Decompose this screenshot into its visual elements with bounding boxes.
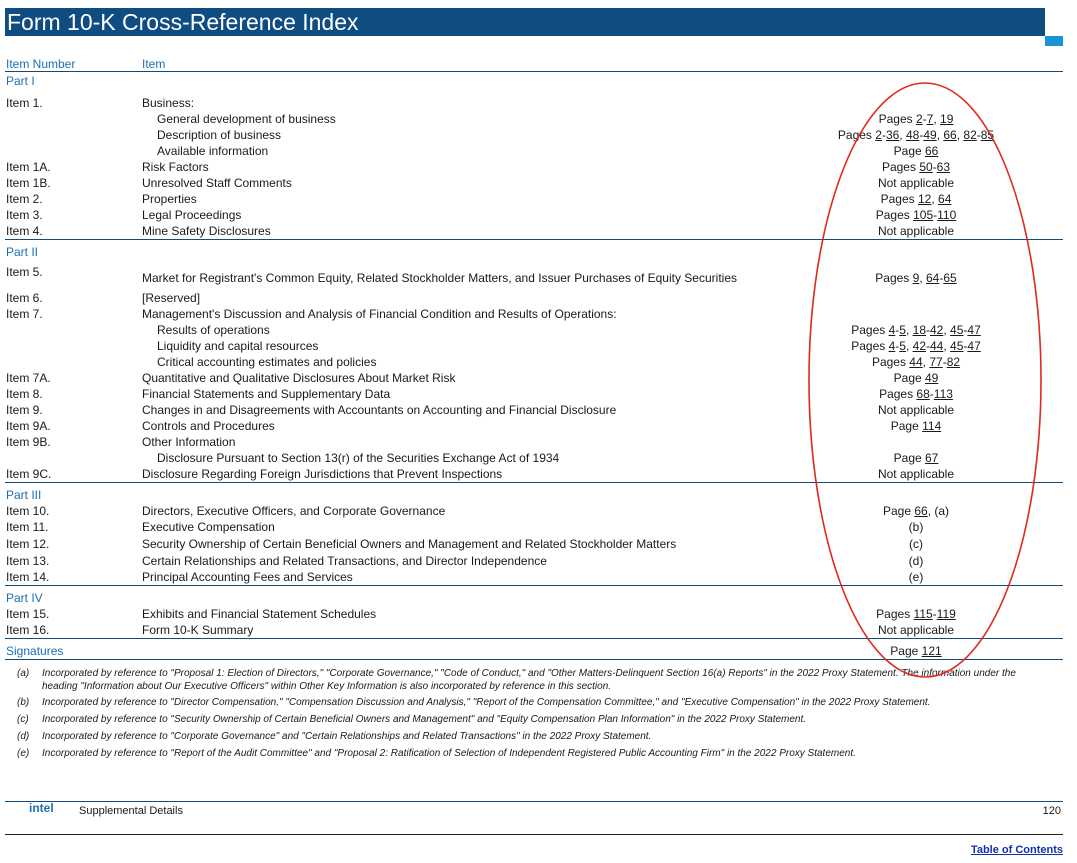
footer-rule	[5, 801, 1063, 802]
annotation-ellipse	[808, 82, 1042, 678]
footer-section-label: Supplemental Details	[79, 805, 183, 817]
footer-divider	[5, 834, 1063, 835]
page-number: 120	[1042, 805, 1061, 817]
table-of-contents-link[interactable]: Table of Contents	[971, 844, 1063, 856]
intel-logo: intel	[29, 801, 54, 815]
red-circle-mark	[808, 82, 1042, 678]
